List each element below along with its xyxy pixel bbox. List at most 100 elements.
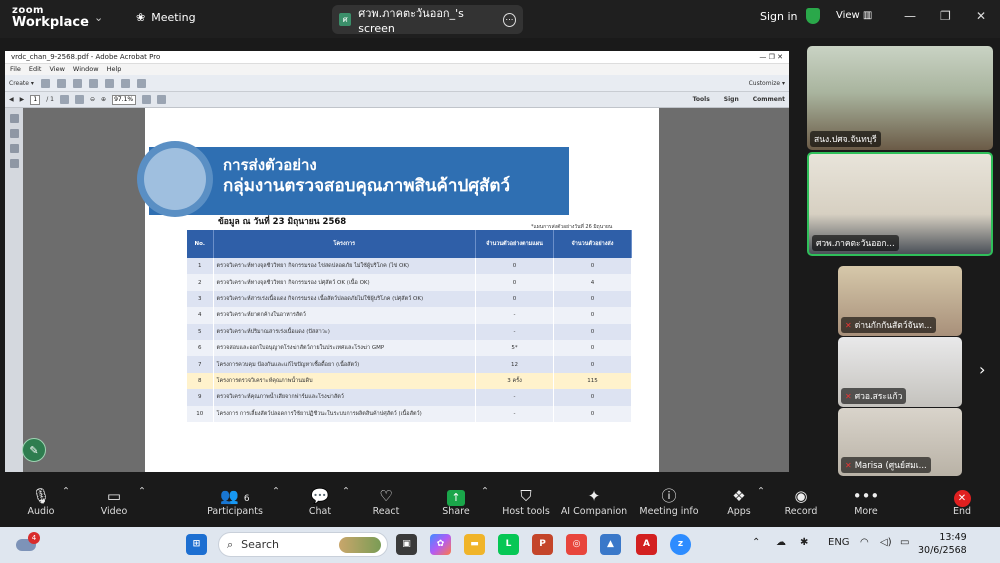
onedrive-icon[interactable]: ☁ — [776, 537, 786, 548]
prev-page-icon[interactable]: ◀ — [9, 96, 14, 103]
acrobat-side-panel — [5, 108, 23, 472]
taskbar-search[interactable]: ⌕ Search — [218, 532, 388, 557]
screen-share-tab[interactable]: ศ ศวพ.ภาคตะวันออก_'s screen ⋯ — [332, 5, 523, 35]
task-view-icon[interactable]: ▣ — [396, 534, 417, 555]
fit-page-icon[interactable] — [142, 95, 152, 104]
chat-button[interactable]: 💬 Chat — [303, 486, 337, 517]
zoom-in-icon[interactable]: ⊕ — [101, 96, 106, 103]
share-button[interactable]: ↑ Share — [438, 486, 474, 517]
microphone-icon: 🎙 — [31, 487, 51, 505]
participant-tile[interactable]: ✕ ด่านกักกันสัตว์จันท... — [838, 266, 962, 336]
tab-comment[interactable]: Comment — [753, 96, 785, 103]
menu-help[interactable]: Help — [107, 65, 122, 74]
create-button[interactable]: Create ▾ — [9, 80, 34, 87]
row-sent: 115 — [553, 372, 632, 390]
acrobat-icon[interactable]: A — [636, 534, 657, 555]
encryption-shield-icon[interactable] — [806, 8, 820, 24]
sign-tool-icon[interactable] — [136, 78, 146, 88]
video-button[interactable]: ▭ Video — [95, 486, 133, 517]
windows-start-icon[interactable]: ⊞ — [186, 534, 207, 555]
menu-view[interactable]: View — [49, 65, 64, 74]
sign-in-button[interactable]: Sign in — [760, 10, 798, 23]
end-button[interactable]: ✕ End — [948, 486, 976, 517]
apps-button[interactable]: ❖ Apps — [724, 486, 754, 517]
more-button[interactable]: ••• More — [850, 486, 882, 517]
view-button[interactable]: View ▥ — [836, 10, 872, 21]
photos-icon[interactable]: ▲ — [600, 534, 621, 555]
copilot-icon[interactable]: ✿ — [430, 534, 451, 555]
zoom-level-input[interactable]: 97.1% — [112, 94, 137, 105]
email-icon[interactable] — [88, 78, 98, 88]
participant-tile[interactable]: ✕ Marisa (ศูนย์สมเ... — [838, 408, 962, 476]
row-number: 3 — [187, 290, 214, 308]
menu-window[interactable]: Window — [73, 65, 99, 74]
participant-tile[interactable]: สนง.ปศจ.จันทบุรี — [807, 46, 993, 150]
signatures-icon[interactable] — [9, 159, 19, 168]
show-hidden-icons-icon[interactable]: ⌃ — [752, 537, 760, 548]
react-button[interactable]: ♡ React — [368, 486, 404, 517]
participant-tile[interactable]: ✕ ศวอ.สระแก้ว — [838, 337, 962, 407]
volume-icon[interactable]: ◁) — [880, 537, 892, 548]
chat-options-caret[interactable]: ⌃ — [342, 486, 350, 497]
comment-tool-icon[interactable] — [104, 78, 114, 88]
page-number-input[interactable]: 1 — [30, 94, 41, 105]
apps-options-caret[interactable]: ⌃ — [757, 486, 765, 497]
zoom-out-icon[interactable]: ⊖ — [90, 96, 95, 103]
row-sent: 0 — [553, 258, 632, 275]
video-options-caret[interactable]: ⌃ — [138, 486, 146, 497]
tab-tools[interactable]: Tools — [693, 96, 710, 103]
meeting-menu[interactable]: ❀ Meeting — [136, 11, 196, 24]
stamp-icon[interactable] — [120, 78, 130, 88]
powerpoint-icon[interactable]: P — [532, 534, 553, 555]
row-project: ตรวจวิเคราะห์ทางจุลชีววิทยา กิจกรรมรอง ป… — [213, 274, 476, 291]
row-plan: - — [475, 323, 554, 340]
data-date: ข้อมูล ณ วันที่ 23 มิถุนายน 2568 — [218, 217, 347, 227]
participants-options-caret[interactable]: ⌃ — [272, 486, 280, 497]
line-app-icon[interactable]: L — [498, 534, 519, 555]
bookmarks-icon[interactable] — [9, 129, 19, 138]
meeting-info-button[interactable]: ⓘ Meeting info — [638, 486, 700, 517]
close-icon[interactable]: ✕ — [976, 9, 986, 23]
hand-tool-icon[interactable] — [75, 95, 84, 104]
participant-name: Marisa (ศูนย์สมเ... — [854, 461, 927, 471]
system-clock[interactable]: 13:49 30/6/2568 — [918, 531, 967, 557]
apps-label: Apps — [727, 506, 751, 517]
participants-button[interactable]: 👥 6 Participants — [204, 486, 266, 517]
open-icon[interactable] — [40, 78, 50, 88]
customize-button[interactable]: Customize ▾ — [749, 80, 785, 87]
notification-badge: 4 — [28, 532, 40, 544]
attachments-icon[interactable] — [9, 144, 19, 153]
info-icon: ⓘ — [661, 487, 677, 505]
chevron-right-icon[interactable]: › — [979, 360, 985, 379]
audio-options-caret[interactable]: ⌃ — [62, 486, 70, 497]
chrome-icon[interactable]: ◎ — [566, 534, 587, 555]
participant-tile-active-speaker[interactable]: ศวพ.ภาคตะวันออก... — [807, 152, 993, 256]
chevron-down-icon[interactable]: ⌄ — [94, 11, 103, 24]
print-icon[interactable] — [72, 78, 82, 88]
next-page-icon[interactable]: ▶ — [20, 96, 25, 103]
record-button[interactable]: ◉ Record — [782, 486, 820, 517]
file-explorer-icon[interactable]: ▬ — [464, 534, 485, 555]
bluetooth-icon[interactable]: ✱ — [800, 537, 808, 548]
zoom-app-icon[interactable]: z — [670, 534, 691, 555]
menu-file[interactable]: File — [10, 65, 21, 74]
fit-width-icon[interactable] — [157, 95, 167, 104]
wifi-icon[interactable]: ◠ — [860, 537, 869, 548]
annotate-pencil-icon[interactable]: ✎ — [22, 438, 46, 462]
ai-companion-button[interactable]: ✦ AI Companion — [560, 486, 628, 517]
minimize-icon[interactable]: — — [904, 9, 916, 23]
tab-sign[interactable]: Sign — [724, 96, 739, 103]
save-icon[interactable] — [56, 78, 66, 88]
restore-icon[interactable]: ❐ — [940, 9, 951, 23]
select-tool-icon[interactable] — [60, 95, 69, 104]
more-options-icon[interactable]: ⋯ — [502, 12, 516, 27]
language-indicator[interactable]: ENG — [828, 537, 850, 548]
page-thumbnails-icon[interactable] — [9, 114, 19, 123]
weather-widget[interactable]: 4 — [14, 532, 40, 555]
menu-edit[interactable]: Edit — [29, 65, 42, 74]
share-options-caret[interactable]: ⌃ — [481, 486, 489, 497]
battery-icon[interactable]: ▭ — [900, 537, 909, 548]
audio-button[interactable]: 🎙 Audio — [22, 486, 60, 517]
row-project: โครงการควบคุม ป้องกันและแก้ไขปัญหาเชื้อด… — [213, 356, 476, 373]
host-tools-button[interactable]: ⛉ Host tools — [500, 486, 552, 517]
